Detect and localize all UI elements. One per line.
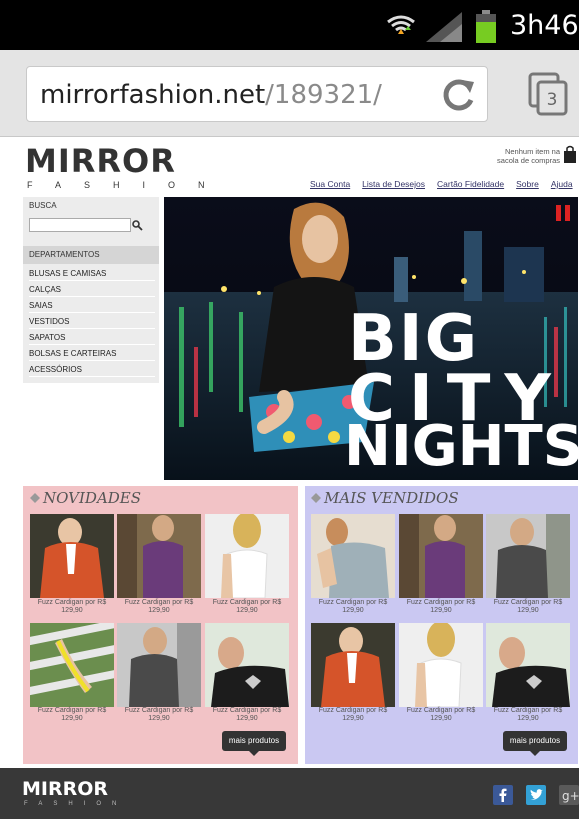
product-price: 129,90 bbox=[517, 715, 539, 722]
product-caption[interactable]: Fuzz Cardigan por R$ 129,90 bbox=[483, 599, 573, 615]
product-price: 129,90 bbox=[61, 607, 83, 614]
nav-link-account[interactable]: Sua Conta bbox=[310, 179, 350, 189]
product-name: Fuzz Cardigan por R$ bbox=[124, 599, 194, 606]
department-item[interactable]: ACESSÓRIOS bbox=[29, 362, 155, 377]
department-item[interactable]: BLUSAS E CAMISAS bbox=[29, 266, 155, 281]
product-caption[interactable]: Fuzz Cardigan por R$ 129,90 bbox=[27, 707, 117, 723]
product-name: Fuzz Cardigan por R$ bbox=[124, 707, 194, 714]
product-price: 129,90 bbox=[61, 715, 83, 722]
product-name: Fuzz Cardigan por R$ bbox=[493, 707, 563, 714]
nav-link-wishlist[interactable]: Lista de Desejos bbox=[362, 179, 425, 189]
pause-icon[interactable] bbox=[555, 205, 571, 221]
nav-link-loyalty[interactable]: Cartão Fidelidade bbox=[437, 179, 504, 189]
product-caption[interactable]: Fuzz Cardigan por R$ 129,90 bbox=[202, 707, 292, 723]
product-caption[interactable]: Fuzz Cardigan por R$ 129,90 bbox=[27, 599, 117, 615]
product-caption[interactable]: Fuzz Cardigan por R$ 129,90 bbox=[483, 707, 573, 723]
signal-icon bbox=[426, 12, 462, 42]
product-name: Fuzz Cardigan por R$ bbox=[318, 707, 388, 714]
product-price: 129,90 bbox=[430, 715, 452, 722]
department-item[interactable]: SAIAS bbox=[29, 298, 155, 313]
product-image[interactable] bbox=[117, 514, 201, 598]
product-name: Fuzz Cardigan por R$ bbox=[406, 707, 476, 714]
more-products-button[interactable]: mais produtos bbox=[503, 731, 567, 756]
product-name: Fuzz Cardigan por R$ bbox=[37, 707, 107, 714]
url-host: mirrorfashion.net bbox=[40, 80, 266, 110]
cart-line-1: Nenhum item na bbox=[504, 147, 560, 156]
nav-link-help[interactable]: Ajuda bbox=[551, 179, 573, 189]
shopping-bag-icon[interactable] bbox=[563, 145, 577, 163]
url-text[interactable]: mirrorfashion.net/189321/ bbox=[40, 80, 382, 110]
logo-subtitle: FASHION bbox=[27, 180, 228, 190]
product-name: Fuzz Cardigan por R$ bbox=[37, 599, 107, 606]
department-item[interactable]: CALÇAS bbox=[29, 282, 155, 297]
product-image[interactable] bbox=[30, 623, 114, 707]
department-item[interactable]: BOLSAS E CARTEIRAS bbox=[29, 346, 155, 361]
footer-logo-subtitle: FASHION bbox=[24, 801, 128, 807]
product-price: 129,90 bbox=[517, 607, 539, 614]
product-price: 129,90 bbox=[148, 715, 170, 722]
search-label: BUSCA bbox=[29, 201, 57, 210]
product-price: 129,90 bbox=[148, 607, 170, 614]
google-plus-icon[interactable]: g+ bbox=[559, 785, 579, 805]
hero-banner[interactable]: BIG CITY NIGHTS bbox=[164, 197, 578, 480]
novidades-title: NOVIDADES bbox=[43, 489, 142, 507]
logo[interactable]: MIRROR bbox=[25, 142, 176, 180]
product-price: 129,90 bbox=[342, 715, 364, 722]
cart-status[interactable]: Nenhum item na sacola de compras bbox=[476, 147, 560, 165]
tab-count: 3 bbox=[547, 90, 558, 110]
product-image[interactable] bbox=[311, 514, 395, 598]
footer-logo[interactable]: MIRROR bbox=[22, 778, 108, 800]
mais-vendidos-title: MAIS VENDIDOS bbox=[324, 489, 459, 507]
facebook-icon[interactable] bbox=[493, 785, 513, 805]
product-image[interactable] bbox=[205, 623, 289, 707]
url-path: /189321/ bbox=[265, 80, 382, 110]
cart-line-2: sacola de compras bbox=[497, 156, 560, 165]
product-price: 129,90 bbox=[430, 607, 452, 614]
product-caption[interactable]: Fuzz Cardigan por R$ 129,90 bbox=[308, 707, 398, 723]
banner-line-3: NIGHTS bbox=[344, 414, 578, 479]
clock: 3h46 bbox=[510, 10, 579, 41]
product-price: 129,90 bbox=[236, 715, 258, 722]
product-image[interactable] bbox=[311, 623, 395, 707]
svg-text:g+: g+ bbox=[562, 789, 579, 803]
product-image[interactable] bbox=[205, 514, 289, 598]
product-name: Fuzz Cardigan por R$ bbox=[318, 599, 388, 606]
product-caption[interactable]: Fuzz Cardigan por R$ 129,90 bbox=[114, 599, 204, 615]
product-price: 129,90 bbox=[342, 607, 364, 614]
product-caption[interactable]: Fuzz Cardigan por R$ 129,90 bbox=[396, 707, 486, 723]
product-caption[interactable]: Fuzz Cardigan por R$ 129,90 bbox=[114, 707, 204, 723]
department-item[interactable]: SAPATOS bbox=[29, 330, 155, 345]
battery-icon bbox=[476, 10, 496, 43]
product-image[interactable] bbox=[30, 514, 114, 598]
top-navigation: Sua Conta Lista de Desejos Cartão Fidelida… bbox=[310, 179, 579, 189]
search-icon[interactable] bbox=[131, 219, 143, 231]
product-image[interactable] bbox=[117, 623, 201, 707]
department-item[interactable]: VESTIDOS bbox=[29, 314, 155, 329]
reload-icon[interactable] bbox=[438, 74, 478, 114]
nav-link-about[interactable]: Sobre bbox=[516, 179, 539, 189]
search-input[interactable] bbox=[29, 218, 131, 232]
diamond-icon bbox=[30, 493, 40, 503]
wifi-icon bbox=[387, 15, 415, 34]
departments-title: DEPARTAMENTOS bbox=[29, 250, 100, 259]
diamond-icon bbox=[311, 493, 321, 503]
product-image[interactable] bbox=[399, 623, 483, 707]
twitter-icon[interactable] bbox=[526, 785, 546, 805]
product-image[interactable] bbox=[399, 514, 483, 598]
product-image[interactable] bbox=[486, 623, 570, 707]
product-caption[interactable]: Fuzz Cardigan por R$ 129,90 bbox=[396, 599, 486, 615]
product-image[interactable] bbox=[486, 514, 570, 598]
product-caption[interactable]: Fuzz Cardigan por R$ 129,90 bbox=[202, 599, 292, 615]
product-price: 129,90 bbox=[236, 607, 258, 614]
product-name: Fuzz Cardigan por R$ bbox=[406, 599, 476, 606]
product-caption[interactable]: Fuzz Cardigan por R$ 129,90 bbox=[308, 599, 398, 615]
product-name: Fuzz Cardigan por R$ bbox=[493, 599, 563, 606]
tabs-icon[interactable]: 3 bbox=[526, 70, 570, 116]
more-products-button[interactable]: mais produtos bbox=[222, 731, 286, 756]
product-name: Fuzz Cardigan por R$ bbox=[212, 707, 282, 714]
product-name: Fuzz Cardigan por R$ bbox=[212, 599, 282, 606]
